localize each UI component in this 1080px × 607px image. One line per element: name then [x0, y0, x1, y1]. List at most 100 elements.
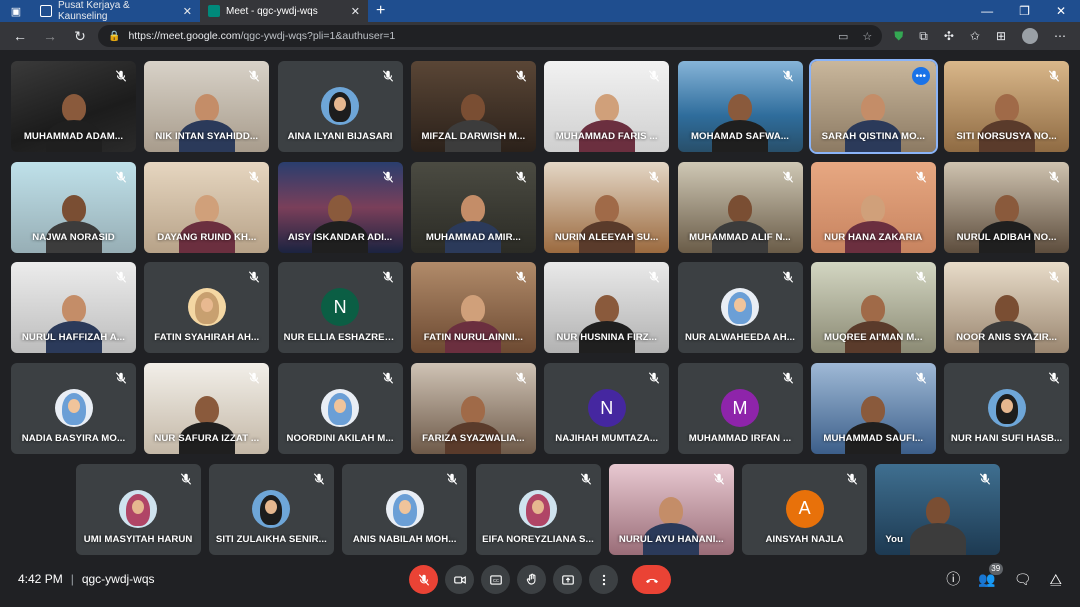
back-icon[interactable]: ← [8, 24, 32, 48]
reload-icon[interactable]: ↻ [68, 24, 92, 48]
participant-tile[interactable]: ••• SARAH QISTINA MO... [808, 59, 938, 154]
participant-name: SITI NORSUSYA NO... [956, 131, 1057, 142]
participant-name: You [885, 533, 904, 545]
profile-avatar[interactable] [1022, 28, 1038, 44]
raise-hand-button[interactable] [517, 565, 546, 594]
participant-name: NUR HUSNINA FIRZ... [556, 332, 658, 344]
participant-video [45, 191, 102, 253]
camera-button[interactable] [445, 565, 474, 594]
activities-icon[interactable]: ⧋ [1050, 571, 1063, 588]
close-icon[interactable]: ✕ [351, 5, 360, 18]
participant-tile[interactable]: MOHAMAD SAFWA... [677, 61, 803, 152]
participant-tile[interactable]: NADIA BASYIRA MO... [11, 363, 136, 455]
participant-name: NUR SAFURA IZZAT ... [154, 433, 260, 445]
people-button[interactable]: 👥 39 [978, 562, 1003, 588]
window-close-icon[interactable]: ✕ [1056, 4, 1066, 18]
participant-tile[interactable]: NAJWA NORASID [11, 161, 136, 253]
participant-tile[interactable]: MUQREE AI'MAN M... [810, 262, 936, 354]
participant-tile[interactable]: FARIZA SYAZWALIA... [410, 363, 536, 455]
lock-icon[interactable]: 🔒 [108, 31, 120, 42]
tab-actions-icon[interactable]: ▣ [0, 0, 32, 22]
leave-call-button[interactable] [632, 565, 671, 594]
minimize-icon[interactable]: — [981, 4, 993, 18]
participant-grid: MUHAMMAD ADAM... NIK INTAN SYAHIDD... AINA… [0, 50, 1080, 557]
participant-tile[interactable]: EIFA NOREYZLIANA S... [475, 463, 601, 555]
participant-tile[interactable]: SITI NORSUSYA NO... [944, 61, 1070, 152]
participant-tile[interactable]: ANIS NABILAH MOH... [342, 463, 468, 555]
avatar-initial: N [587, 389, 626, 428]
participant-count-badge: 39 [988, 562, 1003, 575]
captions-button[interactable]: CC [481, 565, 510, 594]
puzzle-icon[interactable]: ✣ [944, 29, 954, 43]
more-options-button[interactable] [589, 565, 618, 594]
participant-tile[interactable]: NUR ALWAHEEDA AH... [677, 262, 803, 354]
participant-tile[interactable]: M MUHAMMAD IRFAN ... [677, 363, 803, 455]
favorites-icon[interactable]: ✩ [970, 29, 980, 43]
participant-tile[interactable]: MUHAMMAD AMIR... [410, 161, 536, 253]
meeting-details-icon[interactable]: ⓘ [946, 569, 960, 589]
participant-name: NAJIHAH MUMTAZA... [555, 433, 659, 445]
participant-tile[interactable]: A AINSYAH NAJLA [742, 463, 868, 555]
present-screen-button[interactable] [553, 565, 582, 594]
participant-name: NADIA BASYIRA MO... [21, 433, 126, 445]
participant-tile[interactable]: NUR SAFURA IZZAT ... [144, 363, 270, 455]
participant-tile[interactable]: N NUR ELLIA ESHAZREE... [277, 262, 403, 354]
current-time: 4:42 PM [18, 572, 63, 586]
close-icon[interactable]: ✕ [183, 5, 192, 18]
restore-icon[interactable]: ❐ [1019, 4, 1030, 18]
mic-off-icon [249, 171, 260, 183]
hang-up-icon [645, 578, 658, 583]
participant-tile[interactable]: NURUL AYU HANANI... [608, 463, 734, 555]
extension-icon[interactable]: ⧉ [919, 29, 928, 44]
participant-tile[interactable]: NUR HANA ZAKARIA [810, 161, 936, 253]
mic-off-icon [1048, 372, 1060, 384]
more-menu-icon[interactable]: ⋯ [1054, 29, 1066, 43]
participant-tile[interactable]: You [875, 463, 1001, 555]
participant-video [578, 90, 635, 152]
mic-off-icon [1048, 70, 1060, 82]
forward-icon[interactable]: → [38, 24, 62, 48]
participant-tile[interactable]: AISY ISKANDAR ADI... [277, 161, 403, 253]
shield-extension-icon[interactable]: ⛊ [894, 29, 903, 44]
call-controls: CC [409, 565, 671, 594]
participant-tile[interactable]: MUHAMMAD FARIS ... [544, 61, 670, 152]
bookmark-star-icon[interactable]: ☆ [862, 30, 872, 43]
participant-tile[interactable]: FATIN NURULAINNI... [410, 262, 536, 354]
new-tab-icon[interactable]: + [368, 0, 393, 22]
participant-tile[interactable]: MIFZAL DARWISH M... [410, 61, 536, 152]
participant-tile[interactable]: NURUL ADIBAH NO... [944, 161, 1070, 253]
participant-tile[interactable]: NURUL HAFFIZAH A... [11, 262, 136, 354]
participant-video [445, 291, 502, 354]
participant-tile[interactable]: MUHAMMAD SAUFI... [810, 363, 936, 455]
address-bar: ← → ↻ 🔒 https://meet.google.com/qgc-ywdj… [0, 22, 1080, 50]
participant-tile[interactable]: NUR HANI SUFI HASB... [944, 363, 1070, 455]
mic-off-icon [782, 271, 793, 284]
participant-tile[interactable]: SITI ZULAIKHA SENIR... [208, 463, 334, 555]
participant-tile[interactable]: MUHAMMAD ADAM... [11, 61, 136, 152]
collections-icon[interactable]: ⊞ [996, 29, 1006, 43]
participant-tile[interactable]: FATIN SYAHIRAH AH... [144, 262, 270, 354]
chat-icon[interactable]: 🗨 [1014, 571, 1032, 588]
participant-tile[interactable]: MUHAMMAD ALIF N... [677, 161, 803, 253]
participant-tile[interactable]: DAYANG RUIND KH... [144, 161, 270, 253]
participant-tile[interactable]: NIK INTAN SYAHIDD... [144, 61, 270, 152]
participant-tile[interactable]: AINA ILYANI BIJASARI [277, 61, 403, 152]
participant-name: NUR ALWAHEEDA AH... [684, 332, 796, 344]
participant-tile[interactable]: NOORDINI AKILAH M... [277, 363, 403, 455]
participant-tile[interactable]: N NAJIHAH MUMTAZA... [544, 363, 670, 455]
separator: | [70, 572, 74, 586]
camera-indicator-icon[interactable]: ▭ [838, 30, 848, 43]
participant-tile[interactable]: NURIN ALEEYAH SU... [544, 161, 670, 253]
participant-name: AINA ILYANI BIJASARI [287, 131, 393, 142]
participant-name: FATIN SYAHIRAH AH... [154, 332, 260, 344]
microphone-off-button[interactable] [409, 565, 438, 594]
participant-name: MOHAMAD SAFWA... [690, 131, 790, 142]
participant-name: NOORDINI AKILAH M... [286, 433, 394, 445]
browser-tab-meet[interactable]: Meet - qgc-ywdj-wqs ✕ [200, 0, 368, 22]
url-field[interactable]: 🔒 https://meet.google.com/qgc-ywdj-wqs?p… [98, 25, 883, 47]
participant-tile[interactable]: NUR HUSNINA FIRZ... [544, 262, 670, 354]
browser-tab-kaunseling[interactable]: Pusat Kerjaya & Kaunseling ✕ [32, 0, 200, 22]
more-options-icon[interactable]: ••• [911, 67, 930, 85]
participant-tile[interactable]: UMI MASYITAH HARUN [75, 463, 201, 555]
participant-tile[interactable]: NOOR ANIS SYAZIR... [944, 262, 1070, 354]
